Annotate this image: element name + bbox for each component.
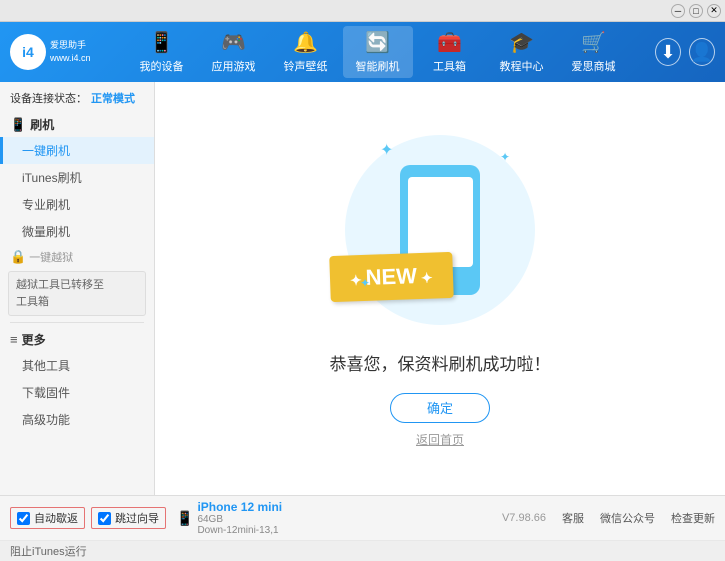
sidebar-item-save-data-flash[interactable]: 微量刷机: [0, 218, 154, 245]
onekey-jailbreak-label: 🔒 一键越狱: [0, 245, 154, 269]
mall-icon: 🛒: [581, 30, 606, 55]
sidebar-item-itunes-flash[interactable]: iTunes刷机: [0, 164, 154, 191]
jailbreak-notice: 越狱工具已转移至 工具箱: [8, 271, 146, 316]
sparkle-icon-3: ✦: [360, 276, 370, 290]
separator: [10, 322, 144, 323]
ringtone-icon: 🔔: [293, 30, 318, 55]
header: i4 爱思助手 www.i4.cn 📱 我的设备 🎮 应用游戏 🔔 铃声壁纸 🔄…: [0, 22, 725, 82]
bottom-row2: 阻止iTunes运行: [0, 540, 725, 561]
update-link[interactable]: 检查更新: [671, 510, 715, 526]
wizard-label: 跳过向导: [115, 510, 159, 526]
main-area: 设备连接状态： 正常模式 📱 刷机 一键刷机 iTunes刷机 专业刷机 微量刷…: [0, 82, 725, 495]
itunes-status: 阻止iTunes运行: [10, 543, 87, 559]
sidebar-item-advanced[interactable]: 高级功能: [0, 406, 154, 433]
logo-area: i4 爱思助手 www.i4.cn: [10, 34, 100, 70]
phone-icon: 📱: [149, 30, 174, 55]
sidebar: 设备连接状态： 正常模式 📱 刷机 一键刷机 iTunes刷机 专业刷机 微量刷…: [0, 82, 155, 495]
device-details: iPhone 12 mini 64GB Down-12mini-13,1: [197, 500, 282, 536]
header-right: ⬇ 👤: [655, 38, 715, 66]
nav-bar: 📱 我的设备 🎮 应用游戏 🔔 铃声壁纸 🔄 智能刷机 🧰 工具箱 🎓 教程中心…: [100, 26, 655, 78]
user-button[interactable]: 👤: [689, 38, 715, 66]
nav-item-toolbox[interactable]: 🧰 工具箱: [415, 26, 485, 78]
success-message: 恭喜您，保资料刷机成功啦！: [330, 350, 551, 375]
nav-item-mall[interactable]: 🛒 爱思商城: [559, 26, 629, 78]
device-storage: 64GB: [197, 514, 282, 525]
nav-item-my-device[interactable]: 📱 我的设备: [127, 26, 197, 78]
maximize-button[interactable]: □: [689, 4, 703, 18]
auto-launch-checkbox-wrapper[interactable]: 自动歇返: [10, 507, 85, 529]
go-home-link[interactable]: 返回首页: [416, 431, 464, 448]
service-link[interactable]: 客服: [562, 510, 584, 526]
sidebar-item-download-fw[interactable]: 下载固件: [0, 379, 154, 406]
connection-status: 设备连接状态： 正常模式: [0, 86, 154, 112]
sparkle-icon-1: ✦: [380, 140, 393, 160]
wechat-link[interactable]: 微信公众号: [600, 510, 655, 526]
close-button[interactable]: ✕: [707, 4, 721, 18]
device-info: 📱 iPhone 12 mini 64GB Down-12mini-13,1: [176, 500, 282, 536]
phone-illustration: ✦ ✦ ✦ NEW: [340, 130, 540, 330]
device-name: iPhone 12 mini: [197, 500, 282, 514]
refresh-icon: 🔄: [365, 30, 390, 55]
games-icon: 🎮: [221, 30, 246, 55]
toolbox-icon: 🧰: [437, 30, 462, 55]
logo-icon: i4: [10, 34, 46, 70]
bottom-links: V7.98.66 客服 微信公众号 检查更新: [288, 510, 715, 526]
content-area: ✦ ✦ ✦ NEW 恭喜您，保资料刷机成功啦！ 确定 返回首页: [155, 82, 725, 495]
sidebar-item-onekey-flash[interactable]: 一键刷机: [0, 137, 154, 164]
version-text: V7.98.66: [502, 512, 546, 524]
menu-icon: ≡: [10, 332, 18, 347]
bottom-bar: 自动歇返 跳过向导 📱 iPhone 12 mini 64GB Down-12m…: [0, 495, 725, 553]
nav-item-smart-store[interactable]: 🔄 智能刷机: [343, 26, 413, 78]
phone-small-icon: 📱: [10, 117, 26, 133]
sidebar-item-pro-flash[interactable]: 专业刷机: [0, 191, 154, 218]
bottom-row1: 自动歇返 跳过向导 📱 iPhone 12 mini 64GB Down-12m…: [0, 496, 725, 540]
nav-item-ringtones[interactable]: 🔔 铃声壁纸: [271, 26, 341, 78]
minimize-button[interactable]: ─: [671, 4, 685, 18]
nav-item-apps-games[interactable]: 🎮 应用游戏: [199, 26, 269, 78]
more-section-header: ≡ 更多: [0, 327, 154, 352]
logo-text: 爱思助手 www.i4.cn: [50, 39, 91, 64]
wizard-checkbox-wrapper[interactable]: 跳过向导: [91, 507, 166, 529]
device-icon: 📱: [176, 510, 193, 527]
download-button[interactable]: ⬇: [655, 38, 681, 66]
auto-launch-label: 自动歇返: [34, 510, 78, 526]
sidebar-item-other-tools[interactable]: 其他工具: [0, 352, 154, 379]
sparkle-icon-2: ✦: [500, 150, 510, 164]
flash-section-header: 📱 刷机: [0, 112, 154, 137]
new-banner: NEW: [329, 251, 453, 301]
confirm-button[interactable]: 确定: [390, 393, 490, 423]
tutorial-icon: 🎓: [509, 30, 534, 55]
nav-item-tutorials[interactable]: 🎓 教程中心: [487, 26, 557, 78]
device-system: Down-12mini-13,1: [197, 525, 282, 536]
title-bar: ─ □ ✕: [0, 0, 725, 22]
